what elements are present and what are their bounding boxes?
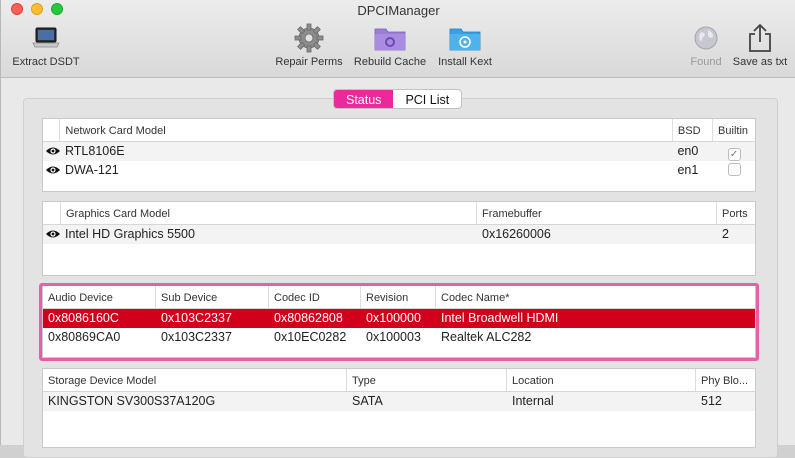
install-kext-button[interactable]: Install Kext <box>435 22 495 74</box>
column-header[interactable]: Phy Blo... <box>696 369 755 391</box>
table-row <box>43 411 755 430</box>
column-header[interactable]: Builtin <box>713 119 755 141</box>
tab-pci-list[interactable]: PCI List <box>393 90 461 108</box>
rebuild-cache-button[interactable]: Rebuild Cache <box>351 22 429 74</box>
storage-model: KINGSTON SV300S37A120G <box>48 394 216 408</box>
kext-folder-icon <box>448 22 482 54</box>
column-header[interactable]: Framebuffer <box>477 202 717 224</box>
storage-location: Internal <box>512 394 554 408</box>
share-icon <box>743 22 777 54</box>
extract-dsdt-button[interactable]: Extract DSDT <box>9 22 83 74</box>
graphics-ports: 2 <box>722 227 729 241</box>
eye-column-header <box>43 202 61 224</box>
column-header[interactable]: Network Card Model <box>60 119 673 141</box>
eye-icon[interactable] <box>45 165 61 175</box>
globe-icon <box>689 22 723 54</box>
table-header: Storage Device Model Type Location Phy B… <box>43 369 755 392</box>
laptop-icon <box>29 22 63 54</box>
network-model: RTL8106E <box>65 144 125 158</box>
app-window: DPCIManager Extract DSDT Repair Perms Re… <box>0 0 795 458</box>
found-label: Found <box>690 56 722 68</box>
column-header[interactable]: Ports <box>717 202 755 224</box>
rebuild-cache-label: Rebuild Cache <box>353 56 427 68</box>
extract-dsdt-label: Extract DSDT <box>12 56 80 68</box>
repair-perms-button[interactable]: Repair Perms <box>273 22 345 74</box>
eye-icon[interactable] <box>45 229 61 239</box>
window-title: DPCIManager <box>357 3 440 18</box>
storage-table[interactable]: Storage Device Model Type Location Phy B… <box>42 368 756 448</box>
column-header[interactable]: Location <box>507 369 696 391</box>
network-model: DWA-121 <box>65 163 119 177</box>
table-row[interactable]: DWA-121 en1 <box>43 161 755 180</box>
table-header: Network Card Model BSD Builtin <box>43 119 755 142</box>
graphics-framebuffer: 0x16260006 <box>482 227 551 241</box>
column-header[interactable]: Storage Device Model <box>43 369 347 391</box>
graphics-table[interactable]: Graphics Card Model Framebuffer Ports In… <box>42 201 756 276</box>
graphics-model: Intel HD Graphics 5500 <box>65 227 195 241</box>
repair-perms-label: Repair Perms <box>275 56 343 68</box>
column-header[interactable]: BSD <box>673 119 714 141</box>
table-row[interactable]: KINGSTON SV300S37A120G SATA Internal 512 <box>43 392 755 411</box>
found-button[interactable]: Found <box>686 22 726 74</box>
storage-type: SATA <box>352 394 383 408</box>
builtin-checkbox[interactable] <box>727 163 741 176</box>
audio-highlight-frame <box>39 283 759 361</box>
view-switcher: Status PCI List <box>333 89 463 109</box>
column-header[interactable]: Graphics Card Model <box>61 202 477 224</box>
tab-status[interactable]: Status <box>334 90 394 108</box>
storage-phy-block: 512 <box>701 394 722 408</box>
eye-icon[interactable] <box>45 146 61 156</box>
save-as-txt-label: Save as txt <box>732 56 788 68</box>
network-bsd: en0 <box>677 144 699 158</box>
save-as-txt-button[interactable]: Save as txt <box>729 22 791 74</box>
gear-icon <box>292 22 326 54</box>
install-kext-label: Install Kext <box>438 56 492 68</box>
table-header: Graphics Card Model Framebuffer Ports <box>43 202 755 225</box>
table-row[interactable]: RTL8106E en0 ✓ <box>43 142 755 161</box>
titlebar: DPCIManager Extract DSDT Repair Perms Re… <box>1 0 795 78</box>
network-bsd: en1 <box>677 163 699 177</box>
table-row[interactable]: Intel HD Graphics 5500 0x16260006 2 <box>43 225 755 244</box>
network-table[interactable]: Network Card Model BSD Builtin RTL8106E … <box>42 118 756 192</box>
builtin-checkbox[interactable]: ✓ <box>727 148 741 161</box>
folder-gear-icon <box>373 22 407 54</box>
column-header[interactable]: Type <box>347 369 507 391</box>
eye-column-header <box>43 119 61 141</box>
